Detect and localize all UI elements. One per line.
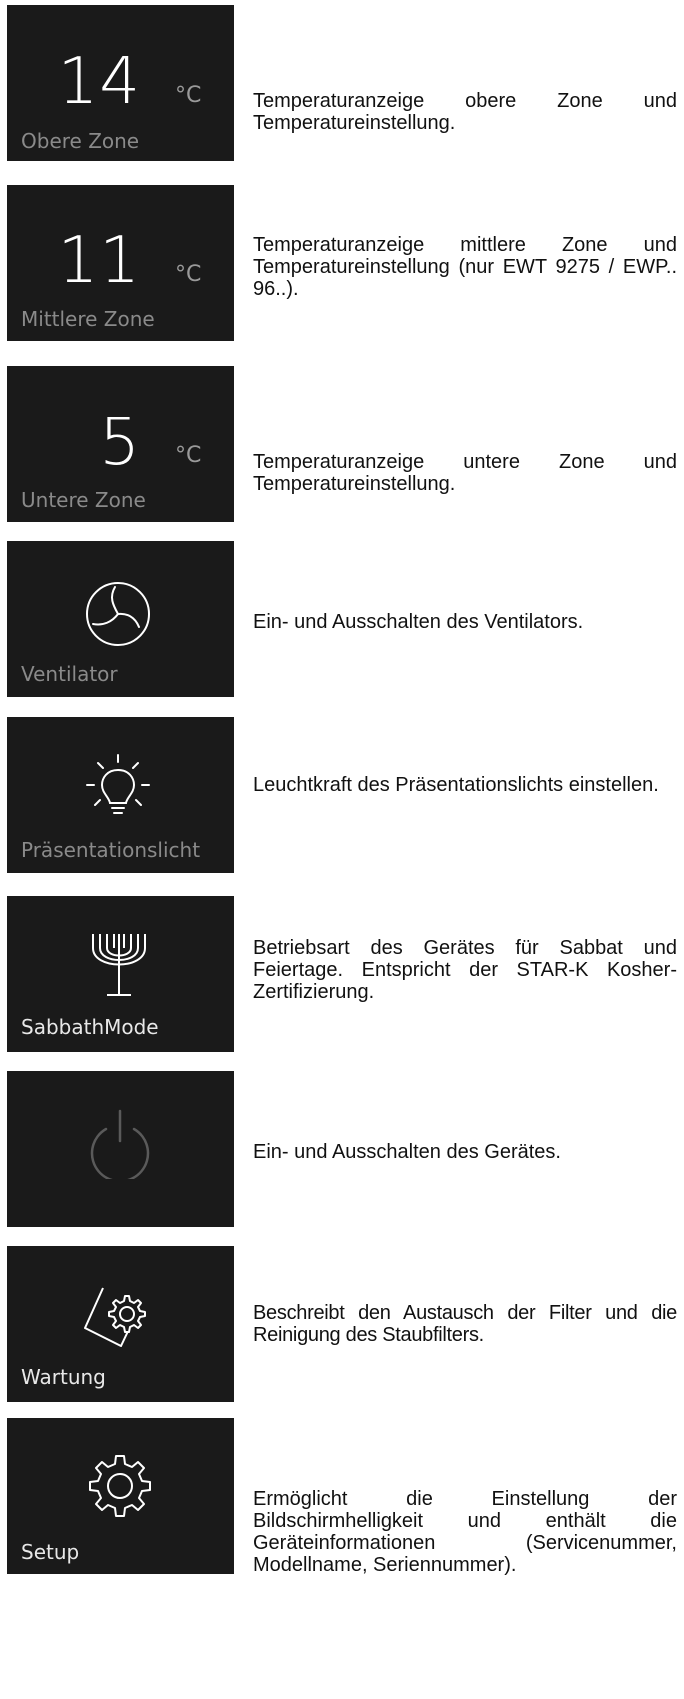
power-icon	[90, 1109, 150, 1179]
middle-zone-temperature: 11	[57, 224, 141, 298]
upper-zone-tile[interactable]: 14 °C Obere Zone	[7, 5, 234, 161]
sabbath-mode-description: Betriebsart des Gerätes für Sabbat und F…	[253, 937, 677, 1003]
fan-icon	[86, 582, 150, 646]
lower-zone-description: Temperaturanzeige untere Zone und Temper…	[253, 451, 677, 495]
maintenance-tile[interactable]: Wartung	[7, 1246, 234, 1402]
lower-zone-tile[interactable]: 5 °C Untere Zone	[7, 366, 234, 522]
middle-zone-label: Mittlere Zone	[21, 307, 155, 331]
lower-zone-unit: °C	[175, 443, 202, 468]
lower-zone-label: Untere Zone	[21, 488, 146, 512]
upper-zone-description: Temperaturanzeige obere Zone und Tempera…	[253, 90, 677, 134]
fan-label: Ventilator	[21, 662, 118, 686]
setup-label: Setup	[21, 1540, 80, 1564]
upper-zone-temperature: 14	[57, 45, 141, 119]
fan-description: Ein- und Ausschalten des Ventilators.	[253, 611, 584, 633]
light-bulb-icon	[86, 754, 150, 814]
middle-zone-tile[interactable]: 11 °C Mittlere Zone	[7, 185, 234, 341]
maintenance-label: Wartung	[21, 1365, 106, 1389]
setup-description: Ermöglicht die Einstellung der Bildschir…	[253, 1488, 677, 1576]
fan-tile[interactable]: Ventilator	[7, 541, 234, 697]
presentation-light-tile[interactable]: Präsentationslicht	[7, 717, 234, 873]
maintenance-description: Beschreibt den Austausch der Filter und …	[253, 1302, 677, 1346]
sabbath-mode-label: SabbathMode	[21, 1015, 159, 1039]
setup-tile[interactable]: Setup	[7, 1418, 234, 1574]
upper-zone-label: Obere Zone	[21, 129, 140, 153]
middle-zone-description: Temperaturanzeige mittlere Zone und Temp…	[253, 234, 677, 300]
lower-zone-temperature: 5	[99, 406, 141, 480]
power-description: Ein- und Ausschalten des Gerätes.	[253, 1141, 561, 1163]
settings-gear-icon	[89, 1455, 151, 1517]
middle-zone-unit: °C	[175, 262, 202, 287]
upper-zone-unit: °C	[175, 83, 202, 108]
menorah-icon	[92, 934, 146, 996]
power-tile[interactable]	[7, 1071, 234, 1227]
presentation-light-description: Leuchtkraft des Präsentationslichts eins…	[253, 774, 659, 796]
maintenance-gear-icon	[84, 1287, 146, 1347]
presentation-light-label: Präsentationslicht	[21, 838, 201, 862]
sabbath-mode-tile[interactable]: SabbathMode	[7, 896, 234, 1052]
